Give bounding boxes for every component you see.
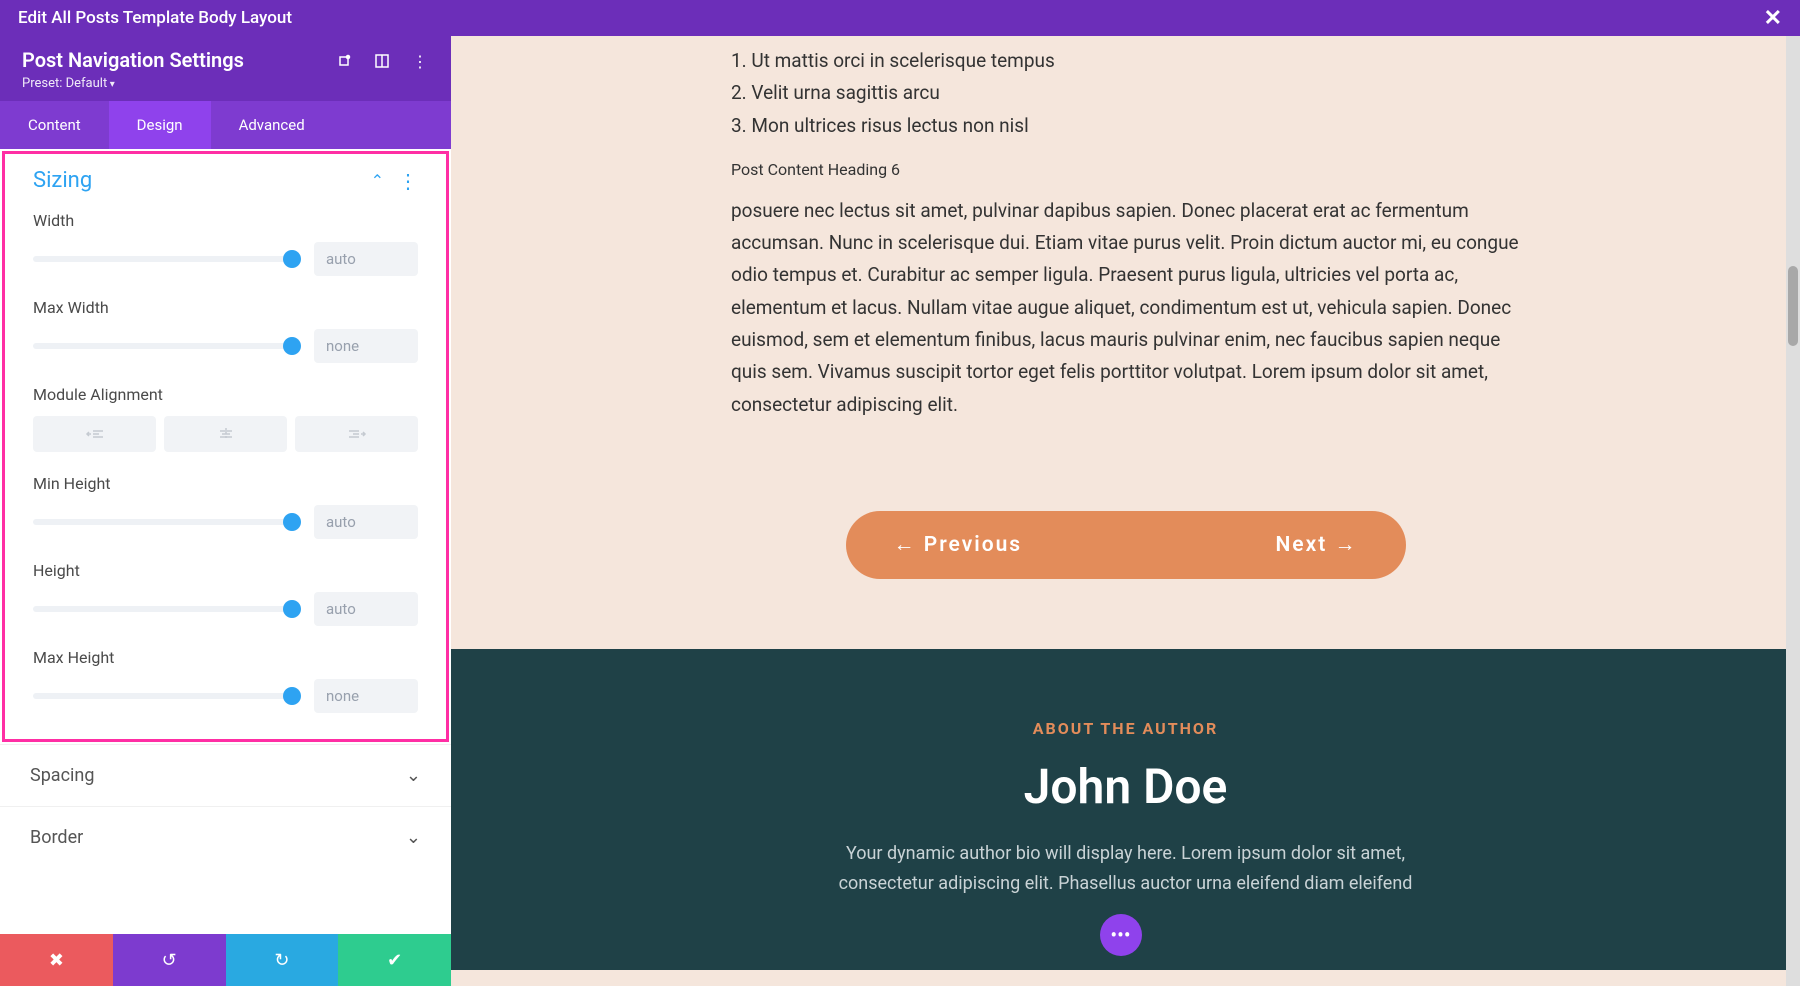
height-value[interactable]: auto [314,592,418,626]
preset-dropdown[interactable]: Preset: Default [22,76,335,91]
save-button[interactable]: ✔ [338,934,451,986]
heading-6: Post Content Heading 6 [731,157,1520,183]
top-bar: Edit All Posts Template Body Layout ✕ [0,0,1800,36]
chevron-down-icon: ⌄ [406,827,421,848]
slider-handle[interactable] [283,600,301,618]
list-item: 2. Velit urna sagittis arcu [731,78,1520,108]
align-left-button[interactable] [33,416,156,452]
align-right-button[interactable] [295,416,418,452]
border-section[interactable]: Border ⌄ [0,806,451,868]
bottom-actions: ✖ ↺ ↻ ✔ [0,934,451,986]
max-height-label: Max Height [33,648,418,667]
min-height-label: Min Height [33,474,418,493]
slider-handle[interactable] [283,687,301,705]
min-height-slider[interactable] [33,519,292,525]
redo-button[interactable]: ↻ [226,934,339,986]
height-label: Height [33,561,418,580]
max-height-slider[interactable] [33,693,292,699]
scrollbar-track[interactable] [1786,36,1800,986]
next-link[interactable]: Next → [1275,533,1357,557]
max-width-label: Max Width [33,298,418,317]
max-width-value[interactable]: none [314,329,418,363]
list-item: 1. Ut mattis orci in scelerisque tempus [731,46,1520,76]
slider-handle[interactable] [283,250,301,268]
tab-advanced[interactable]: Advanced [211,101,333,149]
more-icon[interactable]: ⋮ [411,52,429,70]
author-bio: Your dynamic author bio will display her… [806,839,1446,900]
max-width-slider[interactable] [33,343,292,349]
list-item: 3. Mon ultrices risus lectus non nisl [731,111,1520,141]
fab-more-icon[interactable]: ••• [1100,914,1142,956]
spacing-section[interactable]: Spacing ⌄ [0,744,451,806]
topbar-title: Edit All Posts Template Body Layout [18,8,292,28]
sizing-title: Sizing [33,168,371,193]
columns-icon[interactable] [373,52,391,70]
max-height-value[interactable]: none [314,679,418,713]
tab-design[interactable]: Design [109,101,211,149]
author-name: John Doe [651,758,1600,815]
min-height-value[interactable]: auto [314,505,418,539]
close-icon[interactable]: ✕ [1764,6,1782,31]
sizing-panel: Sizing ⌃ ⋮ Width auto Max Width [2,151,449,742]
height-slider[interactable] [33,606,292,612]
slider-handle[interactable] [283,337,301,355]
about-label: ABOUT THE AUTHOR [651,719,1600,738]
settings-tabs: Content Design Advanced [0,101,451,149]
slider-handle[interactable] [283,513,301,531]
body-paragraph: posuere nec lectus sit amet, pulvinar da… [731,195,1520,421]
sidebar-header: Post Navigation Settings Preset: Default… [0,36,451,101]
discard-button[interactable]: ✖ [0,934,113,986]
settings-sidebar: Post Navigation Settings Preset: Default… [0,36,451,986]
post-navigation: ← Previous Next → [846,511,1406,579]
chevron-up-icon[interactable]: ⌃ [371,171,384,190]
expand-icon[interactable] [335,52,353,70]
sidebar-title: Post Navigation Settings [22,48,335,72]
width-value[interactable]: auto [314,242,418,276]
align-center-button[interactable] [164,416,287,452]
prev-link[interactable]: ← Previous [894,533,1023,557]
scrollbar-thumb[interactable] [1788,266,1798,346]
undo-button[interactable]: ↺ [113,934,226,986]
width-label: Width [33,211,418,230]
width-slider[interactable] [33,256,292,262]
spacing-label: Spacing [30,765,406,786]
border-label: Border [30,827,406,848]
tab-content[interactable]: Content [0,101,109,149]
chevron-down-icon: ⌄ [406,765,421,786]
panel-more-icon[interactable]: ⋮ [398,169,418,193]
alignment-label: Module Alignment [33,385,418,404]
preview-canvas: 1. Ut mattis orci in scelerisque tempus … [451,36,1800,986]
